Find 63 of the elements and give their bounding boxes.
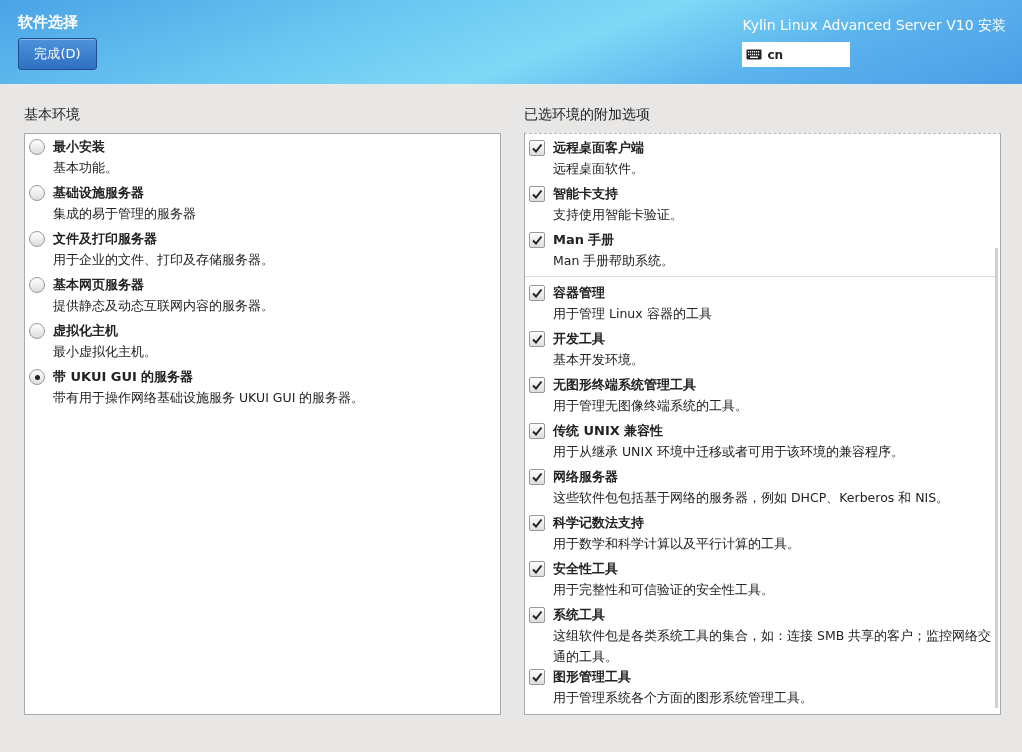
option-title: 图形管理工具 (553, 668, 632, 686)
option-description: Man 手册帮助系统。 (553, 252, 675, 270)
checkbox[interactable] (529, 561, 545, 577)
section-label: 已选环境的附加选项 (524, 105, 651, 124)
radio-button[interactable] (29, 185, 45, 201)
keyboard-layout-value: cn (767, 47, 784, 62)
option-title: 系统工具 (553, 606, 606, 624)
scrollbar[interactable] (995, 248, 998, 708)
checkbox[interactable] (529, 331, 545, 347)
option-title: Man 手册 (553, 231, 616, 249)
option-title: 虚拟化主机 (53, 322, 119, 340)
option-description: 用于企业的文件、打印及存储服务器。 (53, 251, 274, 269)
option-title: 开发工具 (553, 330, 606, 348)
option-description: 这组软件包是各类系统工具的集合，如：连接 SMB 共享的客户；监控网络交通的工具。 (553, 627, 993, 666)
radio-button[interactable] (29, 139, 45, 155)
checkbox[interactable] (529, 232, 545, 248)
checkbox[interactable] (529, 140, 545, 156)
done-button[interactable]: 完成(D) (18, 38, 97, 70)
page-title: 软件选择 (18, 12, 79, 32)
option-title: 网络服务器 (553, 468, 619, 486)
radio-button[interactable] (29, 369, 45, 385)
option-title: 传统 UNIX 兼容性 (553, 422, 665, 440)
section-label: 基本环境 (24, 105, 81, 124)
checkbox[interactable] (529, 469, 545, 485)
option-description: 用于管理 Linux 容器的工具 (553, 305, 712, 323)
checkbox[interactable] (529, 515, 545, 531)
option-title: 带 UKUI GUI 的服务器 (53, 368, 195, 386)
checkbox[interactable] (529, 186, 545, 202)
option-title: 最小安装 (53, 138, 106, 156)
option-title: 远程桌面客户端 (553, 139, 644, 157)
option-description: 这些软件包包括基于网络的服务器，例如 DHCP、Kerberos 和 NIS。 (553, 489, 950, 507)
option-description: 用于从继承 UNIX 环境中迁移或者可用于该环境的兼容程序。 (553, 443, 904, 461)
option-description: 基本功能。 (53, 159, 118, 177)
option-title: 安全性工具 (553, 560, 619, 578)
keyboard-layout-field[interactable]: cn (742, 42, 851, 67)
checkbox[interactable] (529, 285, 545, 301)
option-title: 容器管理 (553, 284, 606, 302)
option-title: 科学记数法支持 (553, 514, 645, 532)
option-title: 基本网页服务器 (53, 276, 145, 294)
option-description: 用于数学和科学计算以及平行计算的工具。 (553, 535, 800, 553)
option-description: 提供静态及动态互联网内容的服务器。 (53, 297, 274, 315)
option-description: 最小虚拟化主机。 (53, 343, 157, 361)
option-description: 集成的易于管理的服务器 (53, 205, 196, 223)
checkbox[interactable] (529, 669, 545, 685)
radio-button[interactable] (29, 277, 45, 293)
checkbox[interactable] (529, 423, 545, 439)
radio-button[interactable] (29, 323, 45, 339)
product-title: Kylin Linux Advanced Server V10 安装 (742, 16, 1006, 35)
option-title: 无图形终端系统管理工具 (553, 376, 697, 394)
option-description: 用于完整性和可信验证的安全性工具。 (553, 581, 774, 599)
option-title: 智能卡支持 (553, 185, 619, 203)
option-description: 用于管理系统各个方面的图形系统管理工具。 (553, 689, 813, 707)
option-description: 支持使用智能卡验证。 (553, 206, 683, 224)
keyboard-icon (746, 49, 763, 60)
option-description: 基本开发环境。 (553, 351, 644, 369)
radio-button[interactable] (29, 231, 45, 247)
option-description: 带有用于操作网络基础设施服务 UKUI GUI 的服务器。 (53, 389, 365, 407)
option-title: 文件及打印服务器 (53, 230, 158, 248)
option-title: 基础设施服务器 (53, 184, 145, 202)
option-description: 用于管理无图像终端系统的工具。 (553, 397, 748, 415)
checkbox[interactable] (529, 377, 545, 393)
checkbox[interactable] (529, 607, 545, 623)
option-description: 远程桌面软件。 (553, 160, 644, 178)
